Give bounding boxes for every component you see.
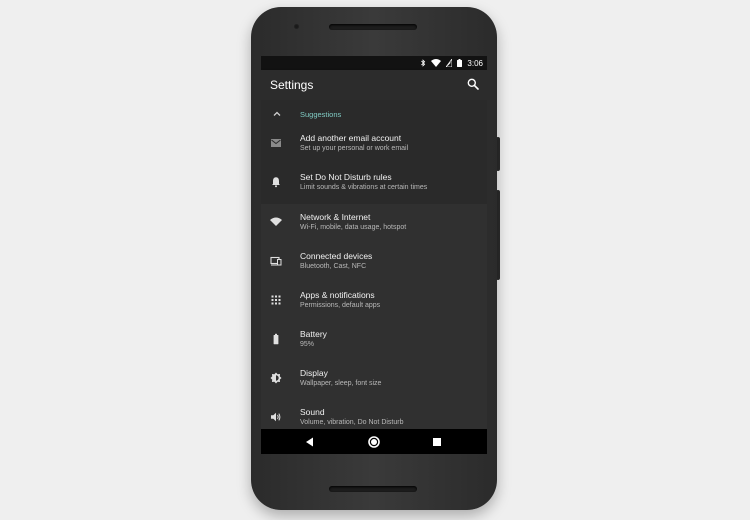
suggestions-header[interactable]: Suggestions [261,106,487,122]
settings-item-connected-devices[interactable]: Connected devices Bluetooth, Cast, NFC [261,243,487,281]
settings-item-apps[interactable]: Apps & notifications Permissions, defaul… [261,282,487,320]
top-speaker [329,24,417,30]
settings-item-battery[interactable]: Battery 95% [261,321,487,359]
phone-screen: 3:06 Settings Suggestions Add another em… [261,56,487,454]
settings-item-subtitle: 95% [300,341,315,348]
settings-item-subtitle: Wallpaper, sleep, font size [300,380,382,387]
battery-icon [273,333,279,345]
bottom-speaker [329,486,417,492]
search-icon[interactable] [467,78,479,90]
settings-item-title: Sound [300,407,325,417]
settings-item-network[interactable]: Network & Internet Wi-Fi, mobile, data u… [261,204,487,242]
email-icon [271,139,281,147]
apps-grid-icon [271,295,281,305]
settings-item-title: Battery [300,329,327,339]
app-bar: Settings [261,70,487,100]
page-title: Settings [270,78,314,92]
suggestion-title: Set Do Not Disturb rules [300,172,392,182]
settings-item-title: Apps & notifications [300,290,375,300]
bell-icon [272,177,280,188]
home-icon[interactable] [367,435,381,449]
chevron-up-icon[interactable] [272,109,282,119]
stage: 3:06 Settings Suggestions Add another em… [0,0,750,520]
recents-icon[interactable] [430,435,444,449]
settings-item-title: Display [300,368,328,378]
suggestion-subtitle: Limit sounds & vibrations at certain tim… [300,184,428,191]
status-time: 3:06 [467,58,483,68]
wifi-icon [270,217,282,226]
suggestions-title: Suggestions [300,110,342,119]
volume-icon [271,412,281,422]
brightness-icon [270,372,282,384]
battery-icon [457,59,463,67]
suggestion-item-dnd[interactable]: Set Do Not Disturb rules Limit sounds & … [261,164,487,202]
status-bar: 3:06 [261,56,487,70]
front-camera [293,23,300,30]
signal-icon [446,59,453,67]
navigation-bar [261,429,487,454]
settings-item-subtitle: Permissions, default apps [300,302,381,309]
settings-item-title: Network & Internet [300,212,371,222]
settings-item-display[interactable]: Display Wallpaper, sleep, font size [261,360,487,398]
wifi-icon [431,59,442,67]
back-icon[interactable] [303,435,317,449]
settings-item-subtitle: Wi-Fi, mobile, data usage, hotspot [300,224,407,231]
suggestions-panel: Suggestions Add another email account Se… [261,100,487,204]
settings-item-subtitle: Volume, vibration, Do Not Disturb [300,419,404,426]
suggestion-title: Add another email account [300,133,402,143]
devices-icon [270,256,282,266]
suggestion-subtitle: Set up your personal or work email [300,145,409,152]
bluetooth-icon [421,59,426,67]
settings-item-title: Connected devices [300,251,373,261]
settings-item-subtitle: Bluetooth, Cast, NFC [300,263,367,270]
suggestion-item-email[interactable]: Add another email account Set up your pe… [261,125,487,163]
